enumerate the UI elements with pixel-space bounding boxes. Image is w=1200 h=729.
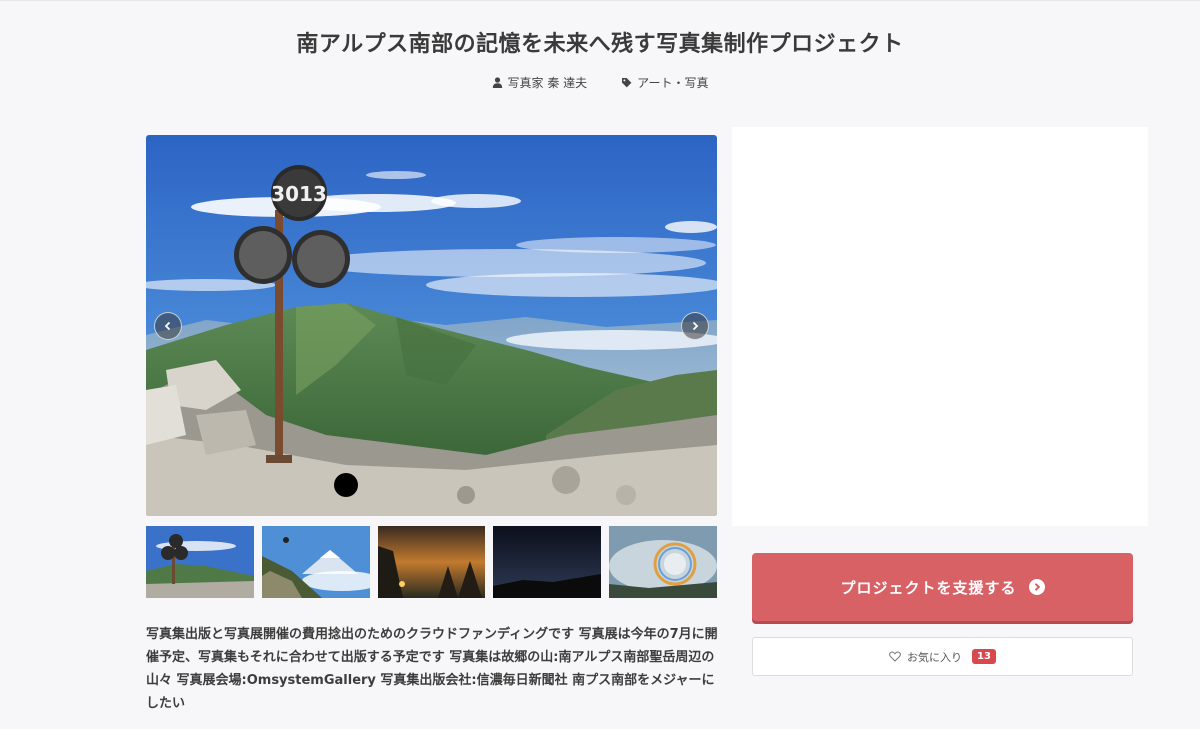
chevron-right-icon [692, 321, 699, 331]
project-description: 写真集出版と写真展開催の費用捻出のためのクラウドファンディングです 写真展は今年… [146, 627, 718, 711]
favorite-label: お気に入り [907, 650, 963, 664]
heart-icon [889, 651, 901, 662]
carousel-prev-button[interactable] [154, 312, 182, 340]
thumbnail-night-ridge[interactable] [493, 526, 602, 598]
favorite-button[interactable]: お気に入り 13 [752, 637, 1133, 676]
favorite-count-badge: 13 [972, 649, 996, 664]
author-link[interactable]: 写真家 秦 達夫 [492, 74, 588, 91]
page-title: 南アルプス南部の記憶を未来へ残す写真集制作プロジェクト [296, 32, 904, 57]
carousel-next-button[interactable] [681, 312, 709, 340]
support-button-label: プロジェクトを支援する [840, 578, 1017, 597]
main-image-carousel[interactable]: 3013 [146, 135, 717, 516]
person-icon [492, 77, 502, 88]
category-name: アート・写真 [637, 76, 709, 90]
arrow-right-circle-icon [1028, 579, 1045, 595]
tag-icon [622, 78, 632, 88]
thumbnail-brocken-halo[interactable] [609, 526, 717, 598]
thumbnail-strip [146, 526, 717, 598]
author-name: 写真家 秦 達夫 [507, 76, 588, 90]
thumbnail-fuji-with-bird[interactable] [261, 526, 370, 598]
top-divider [0, 0, 1200, 1]
support-project-button[interactable]: プロジェクトを支援する [752, 553, 1133, 621]
chevron-left-icon [164, 321, 171, 331]
main-photo: 3013 [146, 135, 717, 516]
project-meta: 写真家 秦 達夫 アート・写真 [0, 74, 1200, 91]
summit-sign-label: 3013 [271, 182, 327, 206]
category-link[interactable]: アート・写真 [621, 74, 708, 91]
thumbnail-sunset-trees[interactable] [377, 526, 486, 598]
side-panel [732, 127, 1148, 526]
thumbnail-summit-sign[interactable] [146, 526, 254, 598]
